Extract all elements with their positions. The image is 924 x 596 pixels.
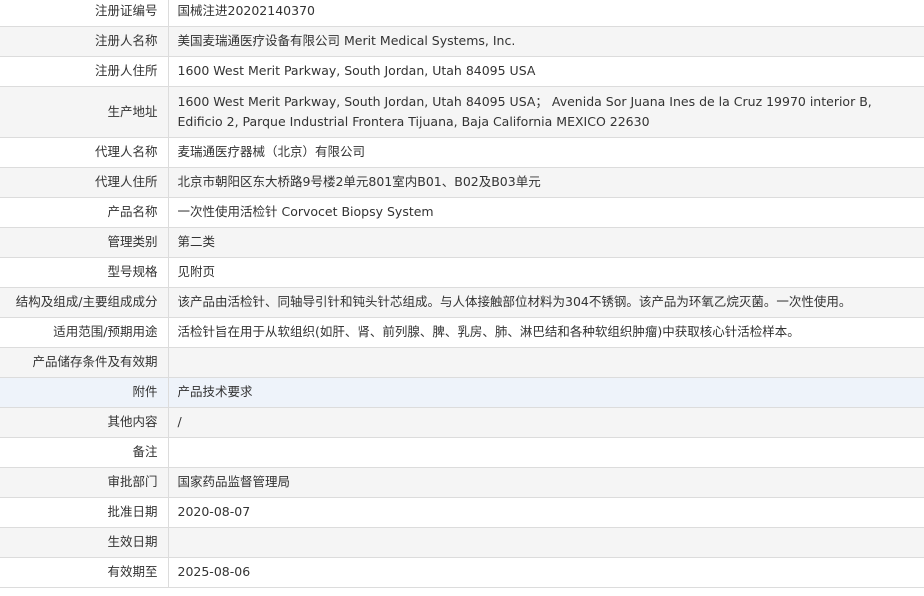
field-label: 结构及组成/主要组成成分 <box>0 287 169 318</box>
field-label: 生产地址 <box>0 86 169 138</box>
field-label: 代理人名称 <box>0 137 169 168</box>
row-agent-address: 代理人住所 北京市朝阳区东大桥路9号楼2单元801室内B01、B02及B03单元 <box>0 167 924 198</box>
row-agent-name: 代理人名称 麦瑞通医疗器械（北京）有限公司 <box>0 137 924 168</box>
row-attachment: 附件 产品技术要求 <box>0 377 924 408</box>
row-registrant-name: 注册人名称 美国麦瑞通医疗设备有限公司 Merit Medical System… <box>0 26 924 57</box>
field-label: 其他内容 <box>0 407 169 438</box>
row-approval-department: 审批部门 国家药品监督管理局 <box>0 467 924 498</box>
row-production-address: 生产地址 1600 West Merit Parkway, South Jord… <box>0 86 924 138</box>
field-label: 适用范围/预期用途 <box>0 317 169 348</box>
row-structure-composition: 结构及组成/主要组成成分 该产品由活检针、同轴导引针和钝头针芯组成。与人体接触部… <box>0 287 924 318</box>
field-label: 批准日期 <box>0 497 169 528</box>
field-value: 1600 West Merit Parkway, South Jordan, U… <box>168 56 924 87</box>
registration-detail-table: 注册证编号 国械注进20202140370 注册人名称 美国麦瑞通医疗设备有限公… <box>0 0 924 588</box>
row-other-content: 其他内容 / <box>0 407 924 438</box>
field-label: 生效日期 <box>0 527 169 558</box>
row-registration-number: 注册证编号 国械注进20202140370 <box>0 0 924 27</box>
field-label: 注册人住所 <box>0 56 169 87</box>
field-value: 美国麦瑞通医疗设备有限公司 Merit Medical Systems, Inc… <box>168 26 924 57</box>
field-label: 附件 <box>0 377 169 408</box>
field-value <box>168 527 924 558</box>
row-approval-date: 批准日期 2020-08-07 <box>0 497 924 528</box>
field-label: 型号规格 <box>0 257 169 288</box>
field-value: 活检针旨在用于从软组织(如肝、肾、前列腺、脾、乳房、肺、淋巴结和各种软组织肿瘤)… <box>168 317 924 348</box>
row-effective-date: 生效日期 <box>0 527 924 558</box>
row-remarks: 备注 <box>0 437 924 468</box>
field-label: 有效期至 <box>0 557 169 588</box>
field-label: 代理人住所 <box>0 167 169 198</box>
field-value: 一次性使用活检针 Corvocet Biopsy System <box>168 197 924 228</box>
field-value: 见附页 <box>168 257 924 288</box>
row-expiry-date: 有效期至 2025-08-06 <box>0 557 924 588</box>
field-value: 麦瑞通医疗器械（北京）有限公司 <box>168 137 924 168</box>
row-intended-use: 适用范围/预期用途 活检针旨在用于从软组织(如肝、肾、前列腺、脾、乳房、肺、淋巴… <box>0 317 924 348</box>
row-registrant-address: 注册人住所 1600 West Merit Parkway, South Jor… <box>0 56 924 87</box>
row-storage-validity: 产品储存条件及有效期 <box>0 347 924 378</box>
field-label: 注册证编号 <box>0 0 169 27</box>
field-label: 备注 <box>0 437 169 468</box>
field-label: 管理类别 <box>0 227 169 258</box>
field-label: 审批部门 <box>0 467 169 498</box>
field-label: 产品储存条件及有效期 <box>0 347 169 378</box>
row-model-spec: 型号规格 见附页 <box>0 257 924 288</box>
field-value: 1600 West Merit Parkway, South Jordan, U… <box>168 86 924 138</box>
field-label: 注册人名称 <box>0 26 169 57</box>
field-value: 国械注进20202140370 <box>168 0 924 27</box>
field-value <box>168 437 924 468</box>
field-value: / <box>168 407 924 438</box>
row-product-name: 产品名称 一次性使用活检针 Corvocet Biopsy System <box>0 197 924 228</box>
field-value <box>168 347 924 378</box>
field-value: 2020-08-07 <box>168 497 924 528</box>
row-management-category: 管理类别 第二类 <box>0 227 924 258</box>
field-label: 产品名称 <box>0 197 169 228</box>
field-value: 2025-08-06 <box>168 557 924 588</box>
field-value: 国家药品监督管理局 <box>168 467 924 498</box>
field-value: 产品技术要求 <box>168 377 924 408</box>
field-value: 第二类 <box>168 227 924 258</box>
field-value: 北京市朝阳区东大桥路9号楼2单元801室内B01、B02及B03单元 <box>168 167 924 198</box>
field-value: 该产品由活检针、同轴导引针和钝头针芯组成。与人体接触部位材料为304不锈钢。该产… <box>168 287 924 318</box>
